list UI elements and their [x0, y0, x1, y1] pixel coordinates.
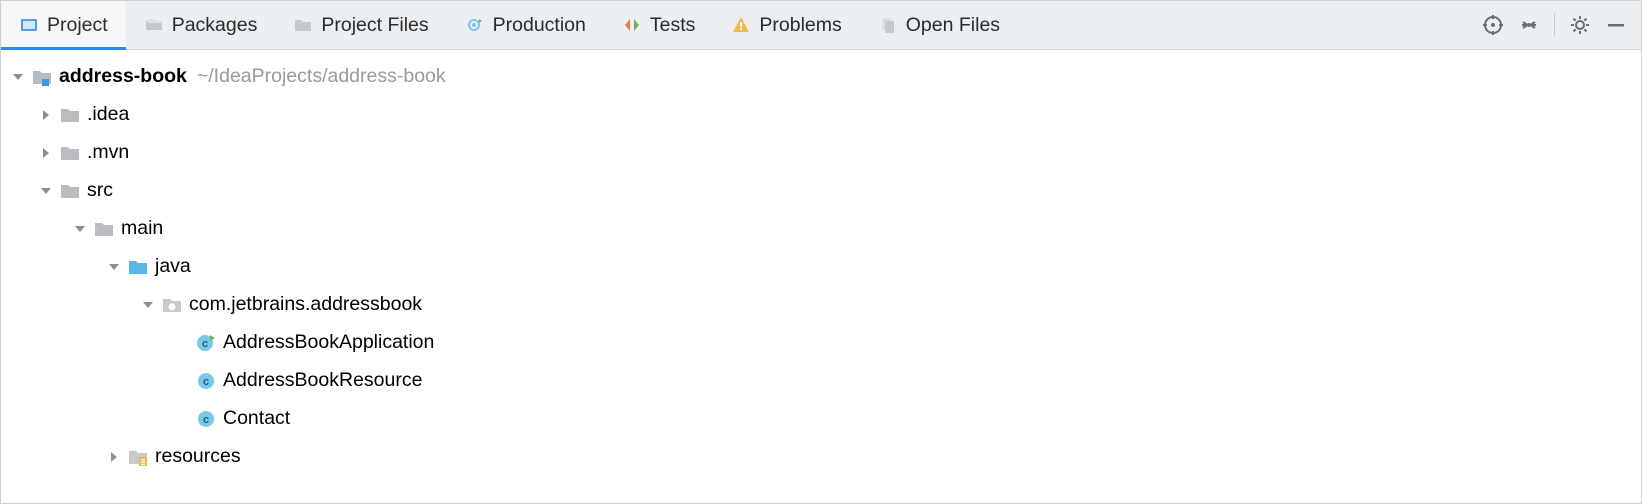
tab-label: Production [493, 14, 586, 37]
svg-text:c: c [202, 338, 208, 350]
tool-window-actions [1468, 1, 1641, 49]
hide-icon[interactable] [1605, 14, 1627, 36]
tab-tests[interactable]: Tests [604, 1, 714, 49]
folder-icon [59, 142, 81, 164]
resources-root-icon [127, 446, 149, 468]
tree-node-main[interactable]: main [9, 210, 1641, 248]
gear-icon[interactable] [1569, 14, 1591, 36]
tree-node-label: .mvn [87, 143, 129, 163]
tree-node-label: .idea [87, 105, 129, 125]
tree-node-class-contact[interactable]: c Contact [9, 400, 1641, 438]
class-icon: c [195, 408, 217, 430]
tree-node-label: address-book [59, 67, 187, 87]
tree-node-path: ~/IdeaProjects/address-book [197, 67, 446, 87]
tree-node-label: src [87, 181, 113, 201]
chevron-down-icon[interactable] [9, 71, 27, 83]
tree-node-label: main [121, 219, 163, 239]
tree-node-label: java [155, 257, 191, 277]
tree-node-idea[interactable]: .idea [9, 96, 1641, 134]
warning-icon [731, 15, 751, 35]
locate-icon[interactable] [1482, 14, 1504, 36]
tests-icon [622, 15, 642, 35]
class-icon: c [195, 370, 217, 392]
tree-node-label: com.jetbrains.addressbook [189, 295, 422, 315]
chevron-down-icon[interactable] [139, 299, 157, 311]
tab-label: Packages [172, 14, 258, 37]
tree-node-resources[interactable]: resources [9, 438, 1641, 476]
tree-node-label: resources [155, 447, 241, 467]
chevron-down-icon[interactable] [37, 185, 55, 197]
folder-stack-icon [144, 15, 164, 35]
chevron-right-icon[interactable] [37, 109, 55, 121]
tree-node-label: Contact [223, 409, 290, 429]
tree-node-package[interactable]: com.jetbrains.addressbook [9, 286, 1641, 324]
folder-icon [59, 104, 81, 126]
tab-problems[interactable]: Problems [713, 1, 859, 49]
project-view-icon [19, 15, 39, 35]
tree-node-label: AddressBookApplication [223, 333, 434, 353]
tab-production[interactable]: Production [447, 1, 604, 49]
module-icon [31, 66, 53, 88]
tab-project-files[interactable]: Project Files [275, 1, 446, 49]
tab-label: Problems [759, 14, 841, 37]
tree-node-class-resource[interactable]: c AddressBookResource [9, 362, 1641, 400]
folder-icon [59, 180, 81, 202]
chevron-down-icon[interactable] [105, 261, 123, 273]
project-view-tabs: Project Packages Project Files Productio… [1, 1, 1641, 50]
chevron-down-icon[interactable] [71, 223, 89, 235]
tree-node-root[interactable]: address-book ~/IdeaProjects/address-book [9, 58, 1641, 96]
tab-label: Project [47, 14, 108, 37]
gear-run-icon [465, 15, 485, 35]
tree-node-src[interactable]: src [9, 172, 1641, 210]
tab-label: Project Files [321, 14, 428, 37]
chevron-right-icon[interactable] [37, 147, 55, 159]
tree-node-java[interactable]: java [9, 248, 1641, 286]
tree-node-label: AddressBookResource [223, 371, 422, 391]
tab-label: Open Files [906, 14, 1000, 37]
tab-label: Tests [650, 14, 696, 37]
package-icon [161, 294, 183, 316]
runnable-class-icon: c [195, 332, 217, 354]
tab-project[interactable]: Project [1, 1, 126, 49]
folder-icon [93, 218, 115, 240]
collapse-all-icon[interactable] [1518, 14, 1540, 36]
source-root-icon [127, 256, 149, 278]
tree-node-class-application[interactable]: c AddressBookApplication [9, 324, 1641, 362]
tab-packages[interactable]: Packages [126, 1, 276, 49]
tab-open-files[interactable]: Open Files [860, 1, 1018, 49]
files-icon [878, 15, 898, 35]
folder-icon [293, 15, 313, 35]
svg-text:c: c [203, 414, 209, 426]
chevron-right-icon[interactable] [105, 451, 123, 463]
project-tree[interactable]: address-book ~/IdeaProjects/address-book… [1, 50, 1641, 480]
svg-text:c: c [203, 376, 209, 388]
tree-node-mvn[interactable]: .mvn [9, 134, 1641, 172]
